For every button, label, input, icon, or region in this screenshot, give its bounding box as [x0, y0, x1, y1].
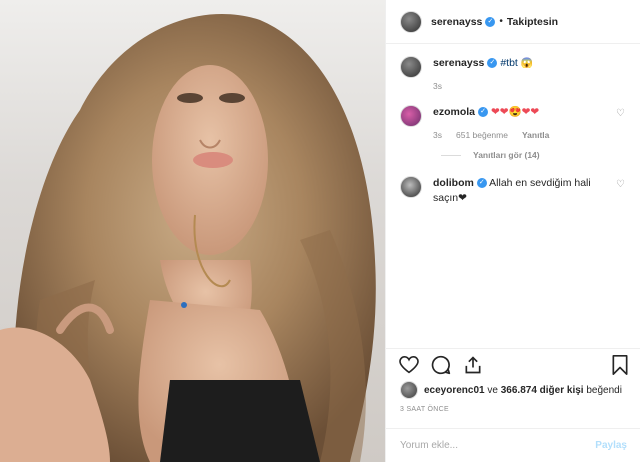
caption-avatar[interactable] [400, 56, 422, 78]
verified-icon: ✓ [478, 107, 489, 118]
share-icon[interactable] [462, 354, 484, 376]
separator-dot: • [499, 16, 503, 27]
comment-item: ezomola ✓ ❤❤😍❤❤ 3s 651 beğenme Yanıtla ♡ [400, 105, 626, 140]
action-bar [386, 348, 640, 380]
instagram-post: serenayss ✓ • Takiptesin serenayss ✓ #tbt… [0, 0, 640, 462]
post-comment-button[interactable]: Paylaş [595, 440, 627, 451]
likes-summary[interactable]: eceyorenc01 ve 366.874 diğer kişi beğend… [400, 381, 622, 399]
comment-time[interactable]: 3s [433, 130, 442, 140]
photo-illustration [0, 14, 376, 462]
caption-time[interactable]: 3s [433, 81, 442, 91]
post-header: serenayss ✓ • Takiptesin [386, 0, 640, 44]
reply-button[interactable]: Yanıtla [522, 130, 549, 140]
likes-count[interactable]: 366.874 diğer kişi [501, 385, 584, 396]
add-comment-input[interactable] [400, 440, 596, 451]
verified-icon: ✓ [476, 178, 487, 189]
comment-avatar[interactable] [400, 176, 422, 198]
comments-list[interactable]: serenayss✓ #tbt 😱 3s ezomola✓ ❤❤😍❤❤ 3s [386, 44, 640, 346]
replies-divider [441, 154, 461, 156]
verified-icon: ✓ [487, 58, 498, 69]
liker-username[interactable]: eceyorenc01 [424, 385, 485, 396]
comment-likes[interactable]: 651 beğenme [456, 130, 508, 140]
comment-username[interactable]: dolibom [433, 177, 474, 189]
post-sidebar: serenayss ✓ • Takiptesin serenayss ✓ #tbt… [385, 0, 640, 462]
likes-suffix: beğendi [583, 384, 622, 396]
post-timestamp[interactable]: 3 SAAT ÖNCE [400, 406, 449, 413]
comment-like-heart-icon[interactable]: ♡ [616, 180, 626, 190]
comment-like-heart-icon[interactable]: ♡ [616, 109, 626, 119]
bookmark-icon[interactable] [609, 354, 631, 376]
comment-text: ❤❤😍❤❤ [490, 106, 540, 118]
caption-username[interactable]: serenayss [433, 57, 484, 69]
likes-middle: ve [484, 384, 501, 396]
author-username[interactable]: serenayss [431, 16, 482, 28]
heart-icon[interactable] [398, 354, 420, 376]
view-replies-label[interactable]: Yanıtları gör (14) [473, 150, 540, 160]
caption: serenayss ✓ #tbt 😱 3s [400, 56, 626, 91]
view-replies[interactable]: Yanıtları gör (14) [441, 150, 626, 160]
comment-avatar[interactable] [400, 105, 422, 127]
post-photo[interactable] [0, 0, 385, 462]
verified-icon: ✓ [485, 16, 496, 27]
following-button[interactable]: Takiptesin [507, 16, 558, 28]
add-comment-bar: Paylaş [386, 428, 640, 462]
comment-icon[interactable] [430, 354, 452, 376]
comment-item: dolibom ✓ Allah en sevdiğim hali saçın❤ ♡ [400, 176, 626, 206]
caption-emoji: 😱 [520, 58, 534, 69]
caption-text[interactable]: #tbt [500, 57, 518, 69]
comment-username[interactable]: ezomola [433, 106, 475, 118]
author-avatar[interactable] [400, 10, 422, 33]
liker-avatar[interactable] [400, 381, 418, 399]
